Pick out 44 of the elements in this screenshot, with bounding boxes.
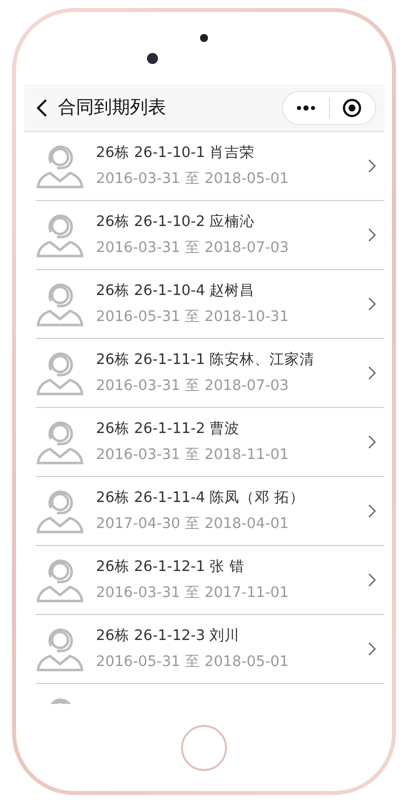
contract-row[interactable]: 26栋 26-1-10-1 肖吉荣 2016-03-31 至 2018-05-01	[36, 132, 384, 201]
contract-title: 26栋 26-1-12-3 刘川	[96, 626, 241, 646]
contract-row[interactable]: 26栋 26-1-12-3 刘川 2016-05-31 至 2018-05-01	[36, 615, 384, 684]
contract-row[interactable]: 26栋 26-1-11-4 陈凤（邓 拓） 2017-04-30 至 2018-04-01	[36, 477, 384, 546]
contract-title: 26栋 26-1-11-1 陈安林、江家清	[96, 350, 316, 370]
chevron-icon	[368, 159, 376, 173]
chevron-icon	[368, 435, 376, 449]
contract-title: 26栋 26-1-10-4 赵树昌	[96, 282, 256, 301]
contract-dates: 2016-03-31 至 2018-11-01	[96, 446, 290, 465]
avatar-icon	[36, 281, 84, 327]
contract-row[interactable]: 26栋 26-1-11-2 曹波 2016-03-31 至 2018-11-01	[36, 408, 384, 477]
avatar-icon	[36, 557, 84, 603]
contract-title: 26栋 26-1-10-1 肖吉荣	[96, 144, 256, 163]
contract-row[interactable]: 26栋 26-1-11-1 陈安林、江家清 2016-03-31 至 2018-07-03	[36, 339, 384, 408]
chevron-icon	[368, 297, 376, 311]
contract-dates: 2017-04-30 至 2018-04-01	[96, 515, 290, 534]
contract-row[interactable]: 26栋 26-1-10-4 赵树昌 2016-05-31 至 2018-10-31	[36, 270, 384, 339]
contract-dates: 2016-05-31 至 2018-10-31	[96, 308, 290, 327]
chevron-icon	[368, 504, 376, 518]
contract-dates: 2016-03-31 至 2017-11-01	[96, 584, 290, 603]
chevron-icon	[368, 573, 376, 587]
avatar-icon	[36, 143, 84, 189]
back-icon[interactable]	[36, 98, 48, 118]
contract-title: 26栋 26-1-11-4 陈凤（邓 拓）	[96, 489, 306, 508]
avatar-icon	[36, 626, 84, 672]
sensor-dot	[200, 34, 208, 42]
contract-row[interactable]: 26栋 26-1-12-1 张 错 2016-03-31 至 2017-11-01	[36, 546, 384, 615]
chevron-icon	[368, 228, 376, 242]
avatar-icon	[36, 488, 84, 534]
contract-row[interactable]: 26栋 26-1-10-2 应楠沁 2016-03-31 至 2018-07-03	[36, 201, 384, 270]
contract-dates: 2016-03-31 至 2018-07-03	[96, 239, 290, 258]
page-title: 合同到期列表	[58, 96, 167, 120]
contract-title: 26栋 26-1-12-1 张 错	[96, 558, 246, 577]
chevron-icon	[368, 366, 376, 380]
contract-dates: 2016-05-31 至 2018-05-01	[96, 653, 290, 672]
chevron-icon	[368, 642, 376, 656]
avatar-icon	[36, 212, 84, 258]
contract-title: 26栋 26-1-10-2 应楠沁	[96, 212, 256, 232]
contract-dates: 2016-03-31 至 2018-05-01	[96, 170, 290, 189]
contract-title: 26栋 26-1-11-2 曹波	[96, 420, 241, 439]
avatar-icon	[36, 419, 84, 465]
avatar-icon	[36, 350, 84, 396]
contract-dates: 2016-03-31 至 2018-07-03	[96, 377, 290, 396]
camera-icon	[146, 53, 158, 64]
